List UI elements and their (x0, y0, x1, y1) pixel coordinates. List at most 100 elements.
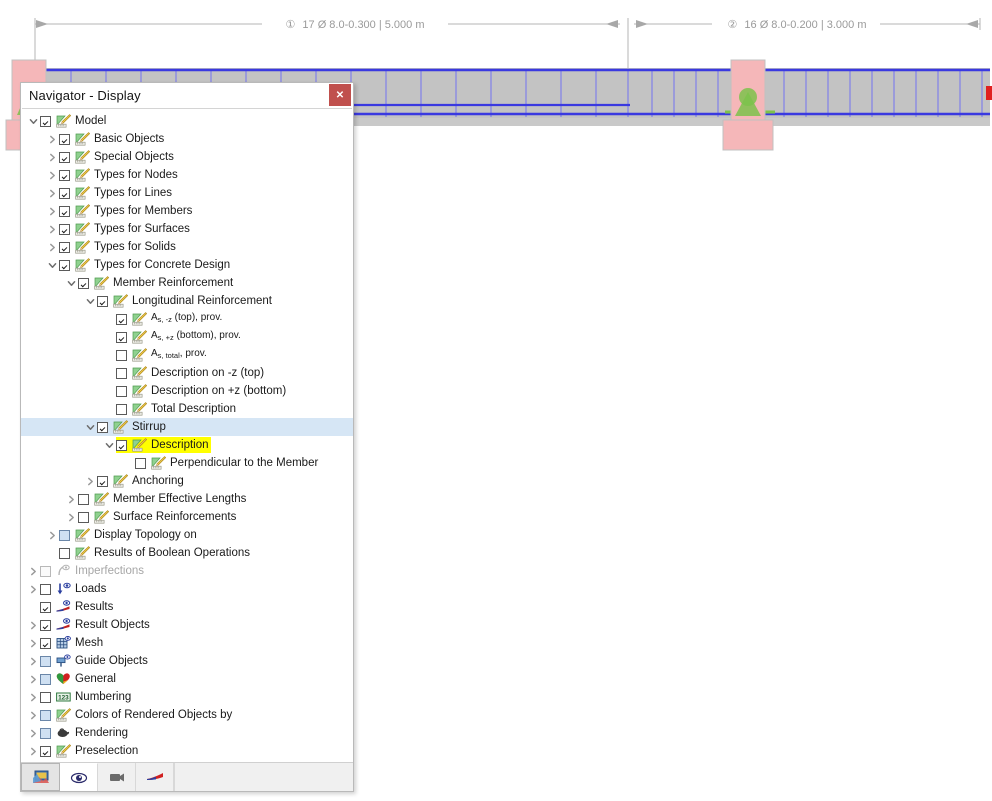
tree-row-special-objects[interactable]: Special Objects (21, 148, 353, 166)
chevron-right-icon[interactable] (27, 706, 40, 724)
tree-row-member-reinforcement[interactable]: Member Reinforcement (21, 274, 353, 292)
checkbox-types-for-lines[interactable] (59, 187, 70, 199)
chevron-down-icon[interactable] (46, 256, 59, 274)
tree-row-types-for-lines[interactable]: Types for Lines (21, 184, 353, 202)
tree-row-colors-of-rendered-objects-by[interactable]: Colors of Rendered Objects by (21, 706, 353, 724)
results-arrow-icon[interactable] (136, 763, 174, 791)
checkbox-member-reinforcement[interactable] (78, 277, 89, 289)
checkbox-types-for-concrete-design[interactable] (59, 259, 70, 271)
tree-row-result-objects[interactable]: Result Objects (21, 616, 353, 634)
tree-row-description-on-plus-z-bottom[interactable]: Description on +z (bottom) (21, 382, 353, 400)
chevron-right-icon[interactable] (27, 634, 40, 652)
navigator-tab-bar[interactable] (21, 762, 353, 791)
chevron-down-icon[interactable] (103, 436, 116, 454)
checkbox-numbering[interactable] (40, 691, 51, 703)
tree-row-types-for-members[interactable]: Types for Members (21, 202, 353, 220)
checkbox-surface-reinforcements[interactable] (78, 511, 89, 523)
chevron-down-icon[interactable] (65, 274, 78, 292)
checkbox-types-for-solids[interactable] (59, 241, 70, 253)
checkbox-description-on-plus-z-bottom[interactable] (116, 385, 127, 397)
tree-row-anchoring[interactable]: Anchoring (21, 472, 353, 490)
chevron-down-icon[interactable] (27, 112, 40, 130)
checkbox-display-topology-on[interactable] (59, 529, 70, 541)
tree-row-total-description[interactable]: Total Description (21, 400, 353, 418)
checkbox-colors-of-rendered-objects-by[interactable] (40, 709, 51, 721)
tree-row-model[interactable]: Model (21, 112, 353, 130)
checkbox-results-of-boolean-operations[interactable] (59, 547, 70, 559)
checkbox-as-plus-z-bottom-prov[interactable] (116, 331, 127, 343)
chevron-right-icon[interactable] (27, 616, 40, 634)
tree-row-preselection[interactable]: Preselection (21, 742, 353, 760)
chevron-right-icon[interactable] (46, 184, 59, 202)
chevron-right-icon[interactable] (46, 148, 59, 166)
tree-row-as-total-prov[interactable]: As, total, prov. (21, 346, 353, 364)
tree-row-basic-objects[interactable]: Basic Objects (21, 130, 353, 148)
tree-row-stirrup-description[interactable]: Description (21, 436, 353, 454)
checkbox-basic-objects[interactable] (59, 133, 70, 145)
display-icon[interactable] (21, 763, 60, 791)
checkbox-results[interactable] (40, 601, 51, 613)
checkbox-types-for-surfaces[interactable] (59, 223, 70, 235)
tree-row-types-for-surfaces[interactable]: Types for Surfaces (21, 220, 353, 238)
checkbox-longitudinal-reinforcement[interactable] (97, 295, 108, 307)
chevron-right-icon[interactable] (27, 562, 40, 580)
checkbox-stirrup-description[interactable] (116, 439, 127, 451)
chevron-down-icon[interactable] (84, 292, 97, 310)
tree-row-loads[interactable]: Loads (21, 580, 353, 598)
chevron-right-icon[interactable] (27, 670, 40, 688)
tree-row-types-for-concrete-design[interactable]: Types for Concrete Design (21, 256, 353, 274)
tree-row-as-minus-z-top-prov[interactable]: As, -z (top), prov. (21, 310, 353, 328)
chevron-right-icon[interactable] (46, 526, 59, 544)
chevron-right-icon[interactable] (27, 652, 40, 670)
tree-row-stirrup[interactable]: Stirrup (21, 418, 353, 436)
checkbox-total-description[interactable] (116, 403, 127, 415)
tree-row-rendering[interactable]: Rendering (21, 724, 353, 742)
navigator-display-panel[interactable]: Navigator - Display ✕ Model Basic Objects… (20, 82, 354, 792)
eye-icon[interactable] (60, 763, 98, 791)
tree-row-longitudinal-reinforcement[interactable]: Longitudinal Reinforcement (21, 292, 353, 310)
chevron-right-icon[interactable] (65, 508, 78, 526)
checkbox-preselection[interactable] (40, 745, 51, 757)
camera-icon[interactable] (98, 763, 136, 791)
chevron-right-icon[interactable] (27, 724, 40, 742)
chevron-right-icon[interactable] (46, 238, 59, 256)
tree-row-guide-objects[interactable]: Guide Objects (21, 652, 353, 670)
checkbox-mesh[interactable] (40, 637, 51, 649)
chevron-right-icon[interactable] (46, 166, 59, 184)
checkbox-result-objects[interactable] (40, 619, 51, 631)
tree-row-general[interactable]: General (21, 670, 353, 688)
tree-row-results[interactable]: Results (21, 598, 353, 616)
chevron-right-icon[interactable] (65, 490, 78, 508)
tree-row-display-topology-on[interactable]: Display Topology on (21, 526, 353, 544)
checkbox-rendering[interactable] (40, 727, 51, 739)
tree-row-types-for-solids[interactable]: Types for Solids (21, 238, 353, 256)
checkbox-types-for-members[interactable] (59, 205, 70, 217)
tree-row-results-of-boolean-operations[interactable]: Results of Boolean Operations (21, 544, 353, 562)
checkbox-types-for-nodes[interactable] (59, 169, 70, 181)
checkbox-guide-objects[interactable] (40, 655, 51, 667)
chevron-down-icon[interactable] (84, 418, 97, 436)
checkbox-stirrup[interactable] (97, 421, 108, 433)
checkbox-special-objects[interactable] (59, 151, 70, 163)
tree-row-member-effective-lengths[interactable]: Member Effective Lengths (21, 490, 353, 508)
tree-row-as-plus-z-bottom-prov[interactable]: As, +z (bottom), prov. (21, 328, 353, 346)
checkbox-as-minus-z-top-prov[interactable] (116, 313, 127, 325)
chevron-right-icon[interactable] (46, 130, 59, 148)
close-icon[interactable]: ✕ (329, 84, 351, 106)
checkbox-description-on-minus-z-top[interactable] (116, 367, 127, 379)
display-tree[interactable]: Model Basic Objects Special Objects Types f… (21, 109, 353, 762)
checkbox-loads[interactable] (40, 583, 51, 595)
checkbox-perpendicular-to-the-member[interactable] (135, 457, 146, 469)
chevron-right-icon[interactable] (46, 220, 59, 238)
checkbox-anchoring[interactable] (97, 475, 108, 487)
tree-row-mesh[interactable]: Mesh (21, 634, 353, 652)
chevron-right-icon[interactable] (46, 202, 59, 220)
chevron-right-icon[interactable] (27, 688, 40, 706)
chevron-right-icon[interactable] (84, 472, 97, 490)
checkbox-general[interactable] (40, 673, 51, 685)
tree-row-perpendicular-to-the-member[interactable]: Perpendicular to the Member (21, 454, 353, 472)
chevron-right-icon[interactable] (27, 580, 40, 598)
tree-row-imperfections[interactable]: Imperfections (21, 562, 353, 580)
tree-row-description-on-minus-z-top[interactable]: Description on -z (top) (21, 364, 353, 382)
tree-row-surface-reinforcements[interactable]: Surface Reinforcements (21, 508, 353, 526)
